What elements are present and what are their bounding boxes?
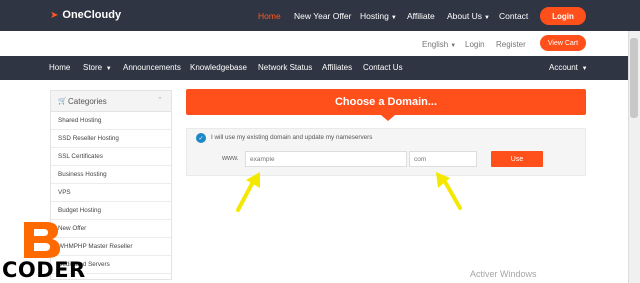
chevron-down-icon: ▼ [579,66,588,72]
topnav-home-link[interactable]: Home [258,11,281,21]
secondary-login-link[interactable]: Login [465,40,485,49]
mainnav-network-status-link[interactable]: Network Status [258,63,312,72]
topnav-about-us-link[interactable]: About Us ▼ [447,11,490,21]
rocket-icon: ➤ [50,9,59,21]
existing-domain-radio[interactable]: ✓ [196,133,206,143]
mainnav-store-label: Store [83,63,103,72]
mainnav-contact-us-link[interactable]: Contact Us [363,63,403,72]
category-item[interactable]: Business Hosting [51,166,171,184]
mainnav-account-link[interactable]: Account ▼ [549,63,588,72]
category-item[interactable]: SSD Reseller Hosting [51,130,171,148]
brand-logo[interactable]: ➤ OneCloudy [50,9,121,21]
language-label: English [422,40,449,49]
scrollbar-thumb[interactable] [630,38,638,118]
main-navbar: Home Store ▼ Announcements Knowledgebase… [0,56,640,80]
categories-header[interactable]: 🛒 Categories ⌃ [51,91,171,112]
topnav-affiliate-link[interactable]: Affiliate [407,11,435,21]
www-prefix: www. [222,155,239,162]
choose-domain-banner: Choose a Domain... [186,89,586,115]
top-navbar: ➤ OneCloudy Home New Year Offer Hosting ▼… [0,0,640,31]
category-item[interactable]: VPS [51,184,171,202]
yellow-arrow-icon [436,172,462,210]
yellow-arrow-icon [236,172,260,212]
categories-panel: 🛒 Categories ⌃ Shared Hosting SSD Resell… [50,90,172,280]
view-cart-button[interactable]: View Cart [540,35,586,51]
mainnav-announcements-link[interactable]: Announcements [123,63,181,72]
categories-title: Categories [68,97,107,106]
login-button[interactable]: Login [540,7,586,25]
chevron-up-icon: ⌃ [157,97,163,104]
domain-tld-input[interactable] [409,151,477,167]
register-link[interactable]: Register [496,40,526,49]
brand-name: OneCloudy [62,9,122,21]
banner-pointer [381,115,395,121]
coder-watermark-text: CODER [2,258,86,282]
chevron-down-icon: ▼ [390,14,397,21]
existing-domain-label: I will use my existing domain and update… [211,134,373,141]
topnav-new-year-offer-link[interactable]: New Year Offer [294,11,352,21]
category-item[interactable]: SSL Certificates [51,148,171,166]
mainnav-store-link[interactable]: Store ▼ [83,63,112,72]
b-logo-icon [24,222,60,258]
mainnav-affiliates-link[interactable]: Affiliates [322,63,352,72]
language-selector[interactable]: English ▼ [422,40,456,49]
mainnav-knowledgebase-link[interactable]: Knowledgebase [190,63,247,72]
topnav-hosting-link[interactable]: Hosting ▼ [360,11,397,21]
category-item[interactable]: New Offer [51,220,171,238]
domain-sld-input[interactable] [245,151,407,167]
use-domain-button[interactable]: Use [491,151,543,167]
topnav-about-us-label: About Us [447,10,482,21]
category-item[interactable]: WHMPHP Master Reseller [51,238,171,256]
topnav-hosting-label: Hosting [360,10,389,21]
check-icon: ✓ [198,135,204,142]
activate-windows-watermark: Activer Windows [470,269,537,279]
mainnav-account-label: Account [549,63,578,72]
chevron-down-icon: ▼ [483,14,490,21]
topnav-contact-link[interactable]: Contact [499,11,528,21]
chevron-down-icon: ▼ [450,43,457,49]
shopping-cart-icon: 🛒 [58,98,67,105]
mainnav-home-link[interactable]: Home [49,63,70,72]
category-item[interactable]: Shared Hosting [51,112,171,130]
category-item[interactable]: Budget Hosting [51,202,171,220]
choose-domain-heading: Choose a Domain... [334,96,438,108]
chevron-down-icon: ▼ [104,66,112,72]
